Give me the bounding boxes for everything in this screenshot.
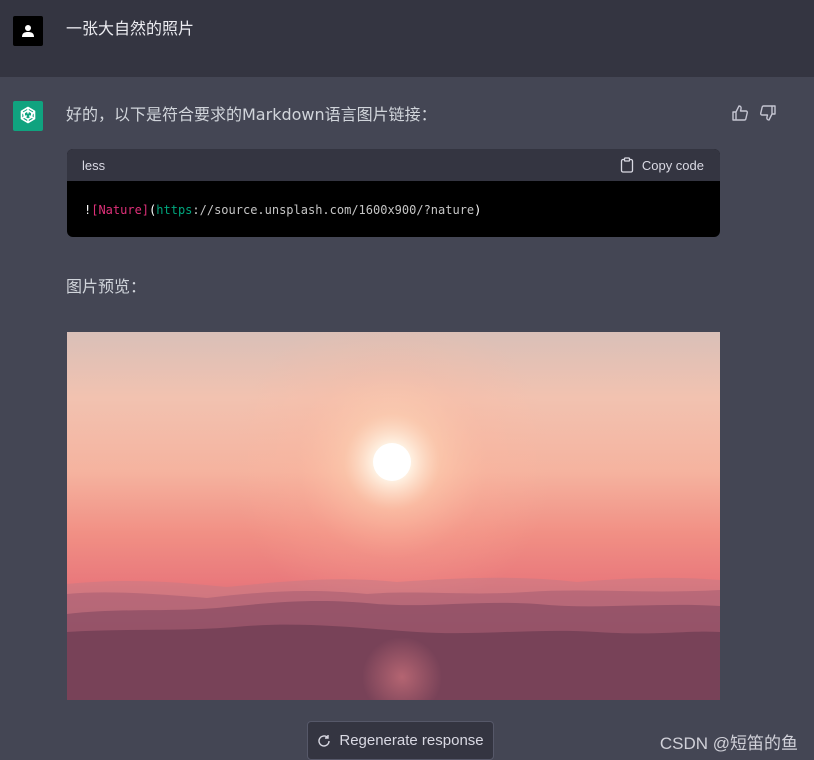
code-token-close-paren: ) [474,203,482,217]
clipboard-icon [620,157,633,173]
assistant-avatar [13,101,43,131]
sunset-mountains-image [67,332,720,700]
thumbs-down-icon [760,105,776,121]
assistant-intro-text: 好的，以下是符合要求的Markdown语言图片链接： [66,105,437,124]
code-token-alt-text: [Nature] [91,203,150,217]
thumbs-down-button[interactable] [759,104,777,122]
thumbs-up-icon [732,105,748,121]
thumbs-up-button[interactable] [731,104,749,122]
preview-image [67,332,720,700]
user-icon [22,25,34,37]
copy-code-label: Copy code [641,157,704,173]
user-avatar [13,16,43,46]
watermark: CSDN @短笛的鱼 [659,734,798,753]
regenerate-response-button[interactable]: Regenerate response [307,721,494,760]
code-token-protocol: https [156,203,193,217]
code-block: less Copy code ![Nature](https://source.… [67,149,720,237]
copy-code-button[interactable]: Copy code [620,155,704,175]
user-message-text: 一张大自然的照片 [66,19,195,38]
image-preview-label: 图片预览： [66,277,147,296]
regenerate-response-label: Regenerate response [339,732,484,749]
code-content: ![Nature](https://source.unsplash.com/16… [84,202,481,218]
user-message-row: 一张大自然的照片 [0,0,814,77]
refresh-icon [318,734,331,747]
openai-logo-icon [20,106,36,124]
assistant-message-row: 好的，以下是符合要求的Markdown语言图片链接： less Copy cod… [0,77,814,760]
code-block-header: less Copy code [67,149,720,181]
code-token-url: ://source.unsplash.com/1600x900/?nature [192,203,475,217]
code-language-label: less [82,158,106,173]
